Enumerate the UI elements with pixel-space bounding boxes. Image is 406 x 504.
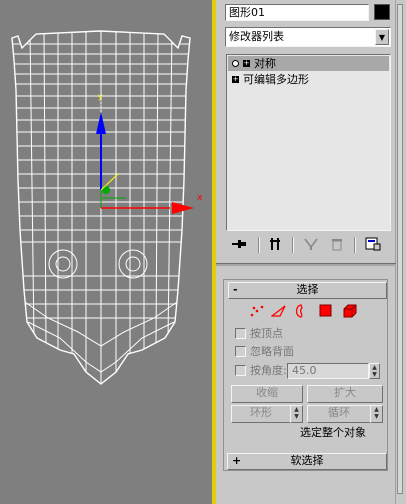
element-icon[interactable] bbox=[342, 304, 358, 318]
modifier-list-value: 修改器列表 bbox=[229, 30, 284, 43]
object-color-swatch[interactable] bbox=[374, 4, 390, 20]
chevron-down-icon[interactable]: ▼ bbox=[375, 29, 389, 45]
remove-modifier-icon[interactable] bbox=[328, 237, 346, 253]
selection-status: 选定整个对象 bbox=[300, 426, 366, 439]
configure-modifier-sets-icon[interactable] bbox=[364, 237, 382, 253]
ignore-backfacing-checkbox[interactable]: 忽略背面 bbox=[235, 345, 294, 359]
modifier-list-dropdown[interactable]: 修改器列表 ▼ bbox=[225, 27, 391, 47]
mesh-wireframe bbox=[11, 30, 194, 385]
stack-toolbar bbox=[226, 234, 391, 256]
edge-icon[interactable] bbox=[270, 304, 287, 318]
panel-scrollbar-thumb[interactable] bbox=[397, 4, 403, 494]
ignore-backfacing-label: 忽略背面 bbox=[250, 345, 294, 358]
grow-button[interactable]: 扩大 bbox=[307, 385, 383, 403]
stack-item-label: 对称 bbox=[254, 57, 276, 70]
light-bulb-icon[interactable] bbox=[232, 59, 239, 67]
angle-input[interactable]: 45.0 bbox=[287, 363, 369, 379]
modifier-stack-list[interactable]: + 对称 + 可编辑多边形 bbox=[226, 54, 391, 231]
angle-spinner[interactable]: ▲ ▼ bbox=[369, 363, 380, 379]
vertex-icon[interactable] bbox=[249, 304, 265, 318]
by-angle-checkbox[interactable]: 按角度: bbox=[235, 364, 287, 378]
expand-icon[interactable]: + bbox=[232, 75, 239, 83]
object-name-field[interactable]: 图形01 bbox=[225, 4, 369, 21]
stack-item-symmetry[interactable]: + 对称 bbox=[228, 56, 389, 71]
by-vertex-label: 按顶点 bbox=[250, 327, 283, 340]
stack-item-editable-poly[interactable]: + 可编辑多边形 bbox=[228, 72, 389, 87]
polygon-icon[interactable] bbox=[318, 304, 334, 318]
pin-stack-icon[interactable] bbox=[230, 237, 248, 253]
loop-button[interactable]: 循环 bbox=[307, 405, 371, 423]
rollout-title: 软选择 bbox=[290, 454, 324, 467]
expand-icon: + bbox=[232, 454, 242, 467]
loop-spinner[interactable]: ▲ ▼ bbox=[370, 405, 383, 423]
viewport[interactable]: y x bbox=[0, 0, 212, 504]
ring-spinner[interactable]: ▲ ▼ bbox=[290, 405, 303, 423]
show-end-result-icon[interactable] bbox=[266, 237, 284, 253]
shrink-button[interactable]: 收缩 bbox=[231, 385, 303, 403]
ring-button[interactable]: 环形 bbox=[231, 405, 291, 423]
expand-icon[interactable]: + bbox=[243, 59, 250, 67]
selection-rollout-header[interactable]: - 选择 bbox=[228, 282, 387, 299]
axis-y-label: y bbox=[98, 92, 103, 101]
panel-divider bbox=[216, 263, 396, 266]
soft-selection-rollout-header[interactable]: + 软选择 bbox=[227, 453, 387, 470]
axis-x-label: x bbox=[197, 193, 203, 203]
collapse-icon: - bbox=[233, 283, 238, 296]
rollout-title: 选择 bbox=[296, 283, 319, 296]
stack-item-label: 可编辑多边形 bbox=[243, 73, 309, 86]
by-angle-label: 按角度: bbox=[250, 364, 287, 377]
make-unique-icon[interactable] bbox=[302, 237, 320, 253]
border-icon[interactable] bbox=[292, 304, 308, 318]
by-vertex-checkbox[interactable]: 按顶点 bbox=[235, 327, 283, 341]
